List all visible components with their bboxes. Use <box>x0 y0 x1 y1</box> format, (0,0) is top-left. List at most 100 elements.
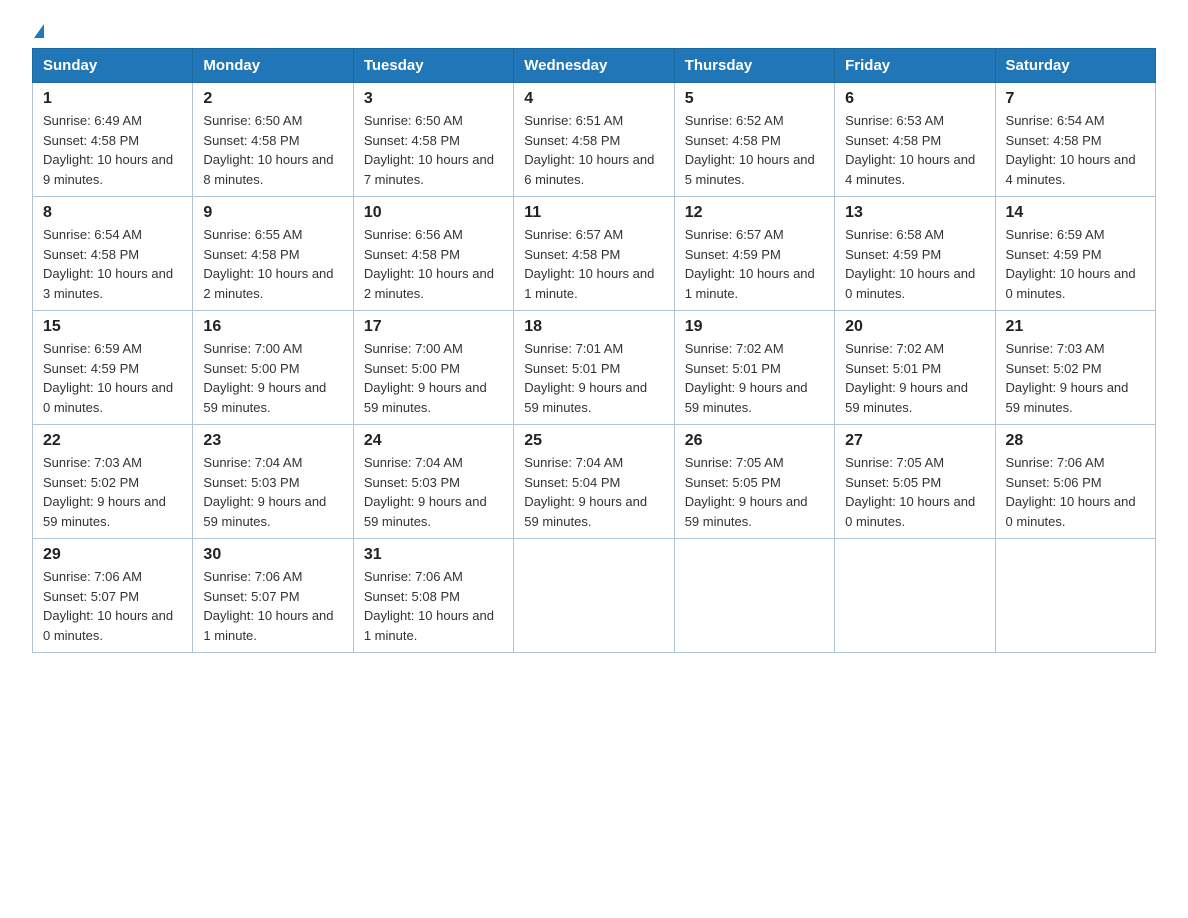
sunset-info: Sunset: 4:58 PM <box>43 133 139 148</box>
sunset-info: Sunset: 5:03 PM <box>203 475 299 490</box>
calendar-cell: 13Sunrise: 6:58 AMSunset: 4:59 PMDayligh… <box>835 197 995 311</box>
sunset-info: Sunset: 5:01 PM <box>845 361 941 376</box>
calendar-header-friday: Friday <box>835 49 995 83</box>
sunset-info: Sunset: 4:58 PM <box>845 133 941 148</box>
sunset-info: Sunset: 5:08 PM <box>364 589 460 604</box>
calendar-cell: 21Sunrise: 7:03 AMSunset: 5:02 PMDayligh… <box>995 311 1155 425</box>
calendar-cell: 27Sunrise: 7:05 AMSunset: 5:05 PMDayligh… <box>835 425 995 539</box>
daylight-info: Daylight: 10 hours and 1 minute. <box>524 266 654 301</box>
daylight-info: Daylight: 9 hours and 59 minutes. <box>685 494 808 529</box>
sunrise-info: Sunrise: 7:06 AM <box>364 569 463 584</box>
sunset-info: Sunset: 4:59 PM <box>845 247 941 262</box>
sunrise-info: Sunrise: 6:50 AM <box>203 113 302 128</box>
day-number: 8 <box>43 204 182 222</box>
calendar-cell: 5Sunrise: 6:52 AMSunset: 4:58 PMDaylight… <box>674 83 834 197</box>
sunset-info: Sunset: 5:00 PM <box>364 361 460 376</box>
daylight-info: Daylight: 9 hours and 59 minutes. <box>524 494 647 529</box>
calendar-body: 1Sunrise: 6:49 AMSunset: 4:58 PMDaylight… <box>33 83 1156 653</box>
day-info: Sunrise: 6:50 AM Sunset: 4:58 PM Daylight:… <box>203 111 342 189</box>
daylight-info: Daylight: 9 hours and 59 minutes. <box>1006 380 1129 415</box>
daylight-info: Daylight: 9 hours and 59 minutes. <box>203 494 326 529</box>
day-number: 21 <box>1006 318 1145 336</box>
daylight-info: Daylight: 10 hours and 0 minutes. <box>1006 494 1136 529</box>
calendar-cell: 14Sunrise: 6:59 AMSunset: 4:59 PMDayligh… <box>995 197 1155 311</box>
calendar-cell: 26Sunrise: 7:05 AMSunset: 5:05 PMDayligh… <box>674 425 834 539</box>
sunset-info: Sunset: 5:07 PM <box>203 589 299 604</box>
sunrise-info: Sunrise: 6:53 AM <box>845 113 944 128</box>
calendar-header-wednesday: Wednesday <box>514 49 674 83</box>
day-number: 11 <box>524 204 663 222</box>
sunset-info: Sunset: 5:00 PM <box>203 361 299 376</box>
day-info: Sunrise: 6:59 AMSunset: 4:59 PMDaylight:… <box>43 339 182 417</box>
sunrise-info: Sunrise: 6:57 AM <box>524 227 623 242</box>
calendar-cell: 1Sunrise: 6:49 AMSunset: 4:58 PMDaylight… <box>33 83 193 197</box>
daylight-info: Daylight: 10 hours and 8 minutes. <box>203 152 333 187</box>
sunrise-info: Sunrise: 6:58 AM <box>845 227 944 242</box>
daylight-info: Daylight: 10 hours and 7 minutes. <box>364 152 494 187</box>
calendar-cell: 2Sunrise: 6:50 AMSunset: 4:58 PMDaylight… <box>193 83 353 197</box>
sunrise-info: Sunrise: 7:03 AM <box>43 455 142 470</box>
sunrise-info: Sunrise: 7:06 AM <box>43 569 142 584</box>
sunset-info: Sunset: 4:58 PM <box>203 133 299 148</box>
calendar-header-monday: Monday <box>193 49 353 83</box>
daylight-info: Daylight: 10 hours and 0 minutes. <box>845 266 975 301</box>
day-info: Sunrise: 7:00 AMSunset: 5:00 PMDaylight:… <box>364 339 503 417</box>
calendar-week-2: 8Sunrise: 6:54 AMSunset: 4:58 PMDaylight… <box>33 197 1156 311</box>
day-number: 30 <box>203 546 342 564</box>
calendar-cell: 22Sunrise: 7:03 AMSunset: 5:02 PMDayligh… <box>33 425 193 539</box>
daylight-info: Daylight: 10 hours and 0 minutes. <box>43 380 173 415</box>
day-number: 4 <box>524 90 663 108</box>
day-info: Sunrise: 7:04 AMSunset: 5:03 PMDaylight:… <box>203 453 342 531</box>
day-info: Sunrise: 7:00 AMSunset: 5:00 PMDaylight:… <box>203 339 342 417</box>
daylight-info: Daylight: 10 hours and 6 minutes. <box>524 152 654 187</box>
sunset-info: Sunset: 4:58 PM <box>524 247 620 262</box>
calendar-cell: 15 Sunrise: 6:59 AMSunset: 4:59 PMDayligh… <box>33 311 193 425</box>
calendar-cell: 20Sunrise: 7:02 AMSunset: 5:01 PMDayligh… <box>835 311 995 425</box>
sunset-info: Sunset: 4:58 PM <box>1006 133 1102 148</box>
calendar-week-4: 22Sunrise: 7:03 AMSunset: 5:02 PMDayligh… <box>33 425 1156 539</box>
day-number: 27 <box>845 432 984 450</box>
sunrise-info: Sunrise: 6:52 AM <box>685 113 784 128</box>
daylight-info: Daylight: 10 hours and 4 minutes. <box>1006 152 1136 187</box>
day-number: 22 <box>43 432 182 450</box>
day-info: Sunrise: 7:06 AMSunset: 5:07 PMDaylight:… <box>203 567 342 645</box>
calendar-header-saturday: Saturday <box>995 49 1155 83</box>
day-number: 16 <box>203 318 342 336</box>
day-info: Sunrise: 6:50 AMSunset: 4:58 PMDaylight:… <box>364 111 503 189</box>
day-number: 23 <box>203 432 342 450</box>
calendar-week-1: 1Sunrise: 6:49 AMSunset: 4:58 PMDaylight… <box>33 83 1156 197</box>
sunset-info: Sunset: 4:58 PM <box>364 133 460 148</box>
day-number: 7 <box>1006 90 1145 108</box>
sunrise-info: Sunrise: 7:02 AM <box>685 341 784 356</box>
daylight-info: Daylight: 10 hours and 5 minutes. <box>685 152 815 187</box>
sunset-info: Sunset: 4:58 PM <box>203 247 299 262</box>
day-number: 12 <box>685 204 824 222</box>
calendar-week-3: 15 Sunrise: 6:59 AMSunset: 4:59 PMDayligh… <box>33 311 1156 425</box>
day-number: 9 <box>203 204 342 222</box>
day-info: Sunrise: 6:57 AMSunset: 4:59 PMDaylight:… <box>685 225 824 303</box>
calendar-cell: 29Sunrise: 7:06 AMSunset: 5:07 PMDayligh… <box>33 539 193 653</box>
day-info: Sunrise: 7:05 AMSunset: 5:05 PMDaylight:… <box>685 453 824 531</box>
daylight-info: Daylight: 9 hours and 59 minutes. <box>203 380 326 415</box>
daylight-info: Daylight: 10 hours and 0 minutes. <box>1006 266 1136 301</box>
day-number: 15 <box>43 318 182 336</box>
day-info: Sunrise: 6:57 AM Sunset: 4:58 PM Daylight:… <box>524 225 663 303</box>
calendar-cell: 30 Sunrise: 7:06 AMSunset: 5:07 PMDayligh… <box>193 539 353 653</box>
day-number: 20 <box>845 318 984 336</box>
daylight-info: Daylight: 9 hours and 59 minutes. <box>364 380 487 415</box>
day-info: Sunrise: 6:59 AMSunset: 4:59 PMDaylight:… <box>1006 225 1145 303</box>
day-number: 18 <box>524 318 663 336</box>
calendar-week-5: 29Sunrise: 7:06 AMSunset: 5:07 PMDayligh… <box>33 539 1156 653</box>
day-number: 19 <box>685 318 824 336</box>
daylight-info: Daylight: 10 hours and 2 minutes. <box>364 266 494 301</box>
calendar-cell: 18Sunrise: 7:01 AMSunset: 5:01 PMDayligh… <box>514 311 674 425</box>
day-info: Sunrise: 6:55 AMSunset: 4:58 PMDaylight:… <box>203 225 342 303</box>
sunset-info: Sunset: 5:01 PM <box>685 361 781 376</box>
daylight-info: Daylight: 10 hours and 2 minutes. <box>203 266 333 301</box>
sunset-info: Sunset: 5:01 PM <box>524 361 620 376</box>
sunrise-info: Sunrise: 7:02 AM <box>845 341 944 356</box>
calendar-header-sunday: Sunday <box>33 49 193 83</box>
daylight-info: Daylight: 10 hours and 1 minute. <box>364 608 494 643</box>
daylight-info: Daylight: 10 hours and 1 minute. <box>685 266 815 301</box>
day-info: Sunrise: 6:56 AMSunset: 4:58 PMDaylight:… <box>364 225 503 303</box>
